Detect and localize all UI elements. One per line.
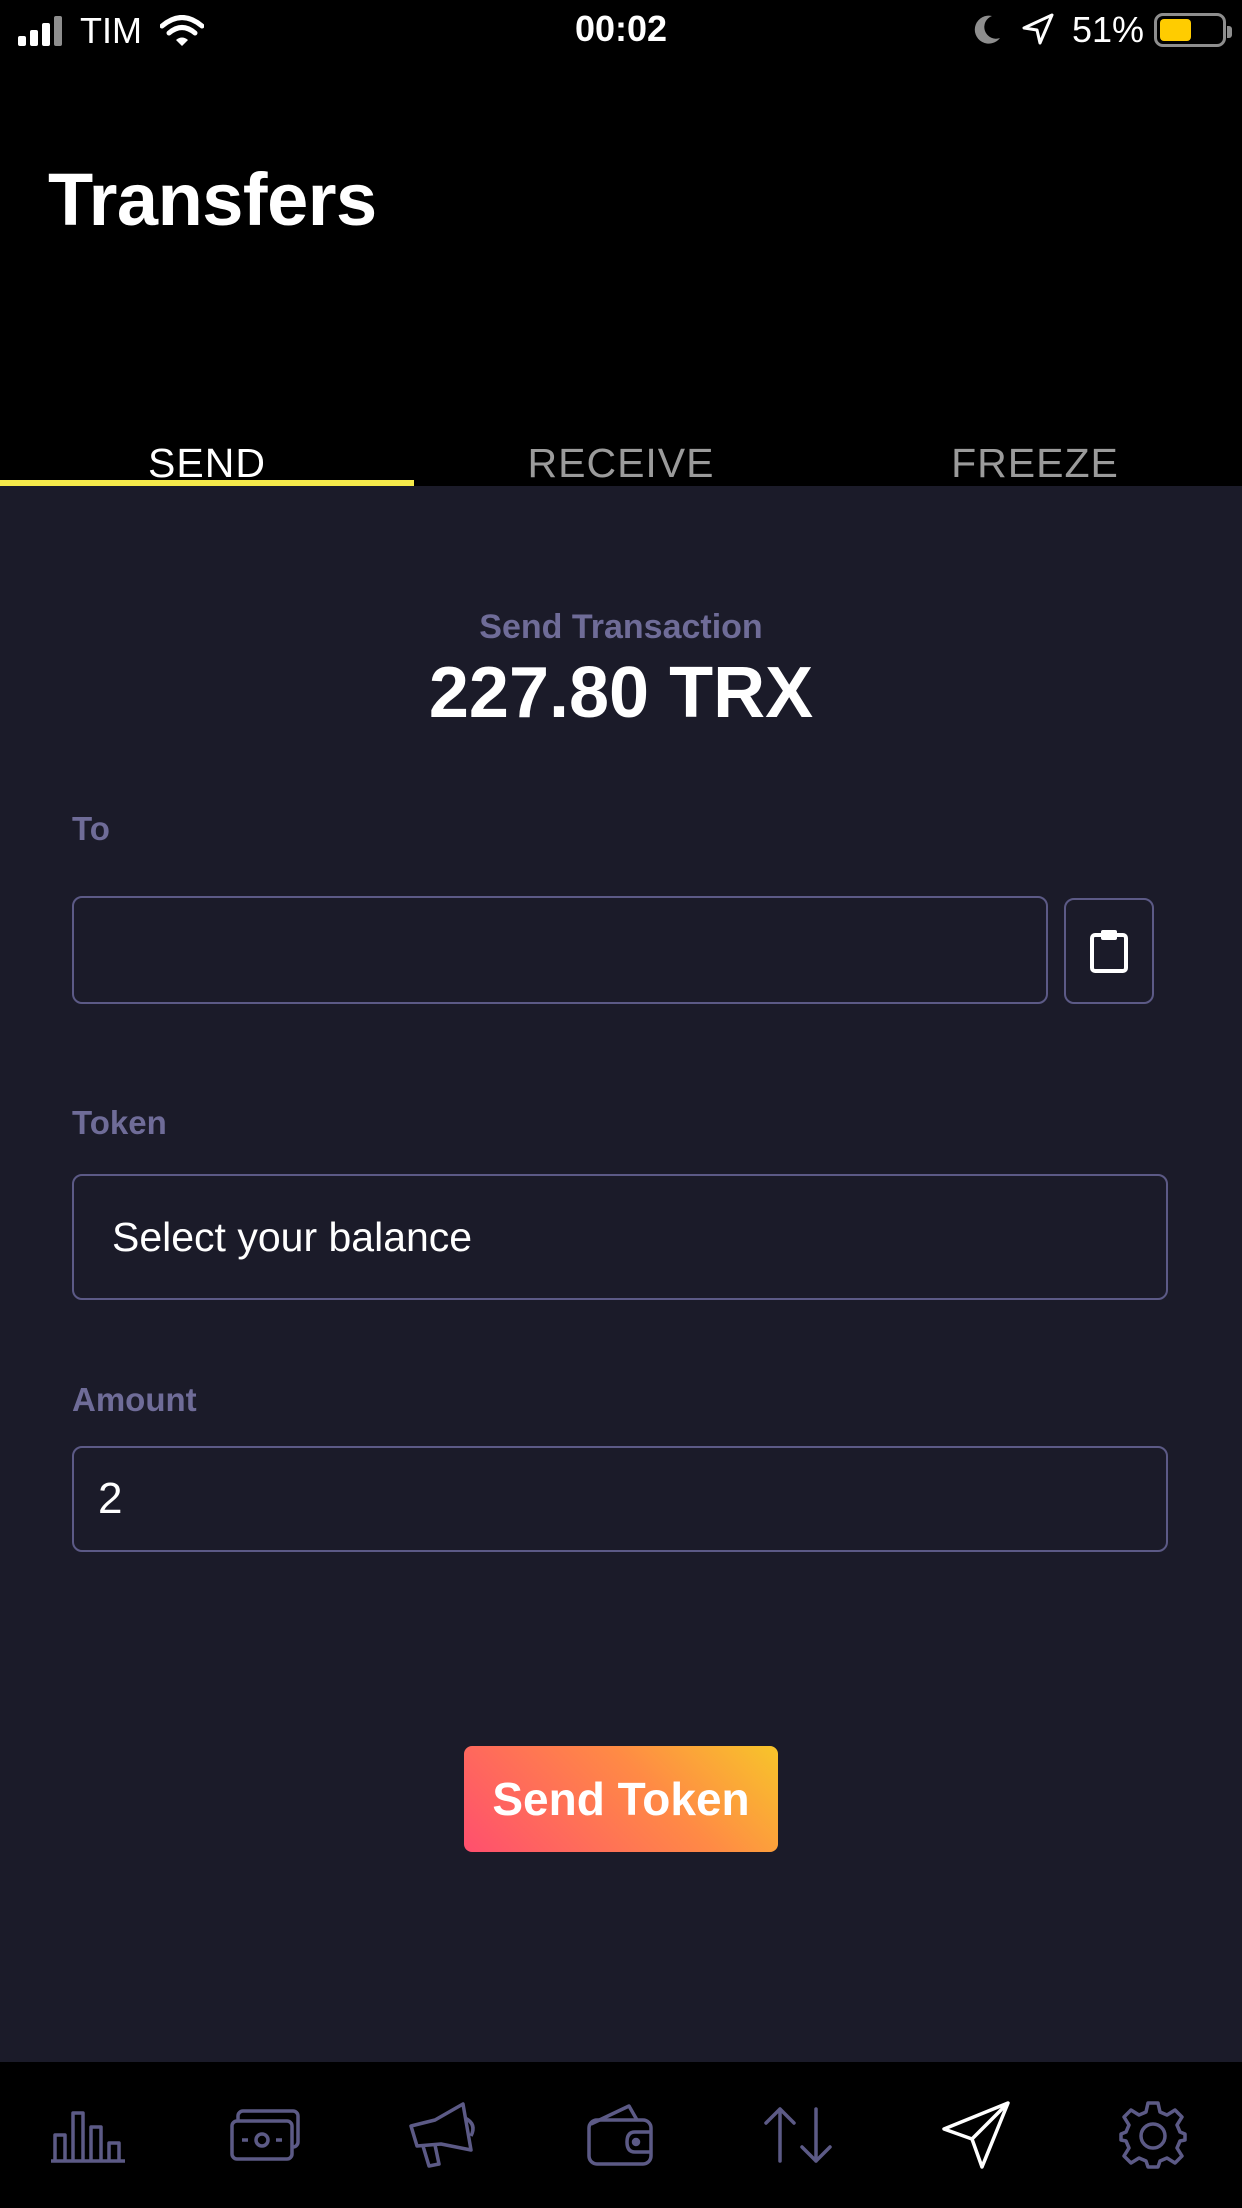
nav-transfers[interactable] [710,2062,887,2208]
bar-chart-icon [50,2111,125,2163]
send-icon [941,2101,1010,2169]
clipboard-icon [1090,930,1128,973]
tab-freeze-label: FREEZE [951,440,1119,486]
to-label: To [72,810,110,847]
battery-icon [1154,13,1232,47]
tab-receive-label: RECEIVE [527,440,715,486]
active-tab-indicator [0,480,414,486]
tab-freeze[interactable]: FREEZE [828,342,1242,486]
send-token-button[interactable]: Send Token [464,1746,778,1852]
to-address-input[interactable] [72,896,1048,1004]
balance-amount: 227.80 TRX [428,653,814,733]
page-title: Transfers [48,158,377,241]
status-bar: TIM 00:02 51% [0,0,1242,62]
header: Transfers SEND RECEIVE FREEZE [0,62,1242,486]
nav-settings[interactable] [1064,2062,1241,2208]
nav-markets[interactable] [0,2062,177,2208]
location-icon [1022,13,1054,45]
settings-icon [1119,2101,1187,2169]
amount-label: Amount [72,1381,197,1418]
tab-bar: SEND RECEIVE FREEZE [0,342,1242,486]
wallet-icon [587,2104,653,2166]
send-transaction-label: Send Transaction [479,608,763,646]
status-right: 51% [972,8,1232,52]
nav-send[interactable] [887,2062,1064,2208]
megaphone-icon [409,2102,476,2168]
tab-receive[interactable]: RECEIVE [414,342,828,486]
amount-input[interactable]: 2 [72,1446,1168,1552]
nav-wallet[interactable] [532,2062,709,2208]
tab-send[interactable]: SEND [0,342,414,486]
moon-icon [974,15,1000,44]
token-label: Token [72,1104,167,1141]
battery-percent: 51% [1071,9,1144,50]
transfer-arrows-icon [764,2107,832,2163]
paste-button[interactable] [1064,898,1154,1004]
money-icon [230,2109,300,2161]
nav-announcements[interactable] [355,2062,532,2208]
nav-balance[interactable] [177,2062,354,2208]
token-select[interactable]: Select your balance [72,1174,1168,1300]
bottom-nav [0,2062,1242,2208]
